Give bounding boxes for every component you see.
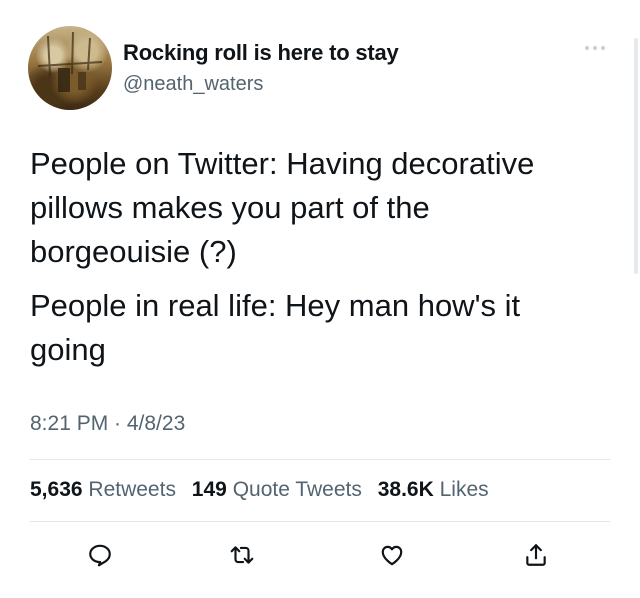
scrollbar[interactable] [634,38,638,274]
share-icon[interactable] [520,539,552,571]
stat-count: 5,636 [30,478,83,501]
stat-count: 38.6K [377,478,434,501]
like-icon[interactable] [376,539,408,571]
likes-stat[interactable]: 38.6K Likes [378,478,489,501]
stat-label: Retweets [88,478,176,501]
stat-label: Likes [439,478,489,501]
retweets-stat[interactable]: 5,636 Retweets [30,478,176,501]
retweet-icon[interactable] [226,539,258,571]
divider [30,459,610,460]
tweet-stats: 5,636 Retweets 149 Quote Tweets 38.6K Li… [30,478,499,502]
action-bar [0,539,640,571]
reply-icon[interactable] [84,539,116,571]
tweet-paragraph: People on Twitter: Having decorative pil… [30,146,535,269]
tweet-timestamp[interactable]: 8:21 PM · 4/8/23 [30,412,185,436]
avatar[interactable] [28,26,112,110]
stat-count: 149 [191,478,227,501]
stat-label: Quote Tweets [232,478,362,501]
user-handle[interactable]: @neath_waters [123,73,263,96]
tweet-card: Rocking roll is here to stay @neath_wate… [0,0,640,598]
display-name[interactable]: Rocking roll is here to stay [123,40,399,66]
more-options-icon[interactable] [585,42,609,54]
tweet-text: People on Twitter: Having decorative pil… [30,142,590,372]
avatar-photo-icon [37,31,103,92]
divider [30,521,610,522]
tweet-paragraph: People in real life: Hey man how's it go… [30,288,521,367]
quote-tweets-stat[interactable]: 149 Quote Tweets [192,478,362,501]
